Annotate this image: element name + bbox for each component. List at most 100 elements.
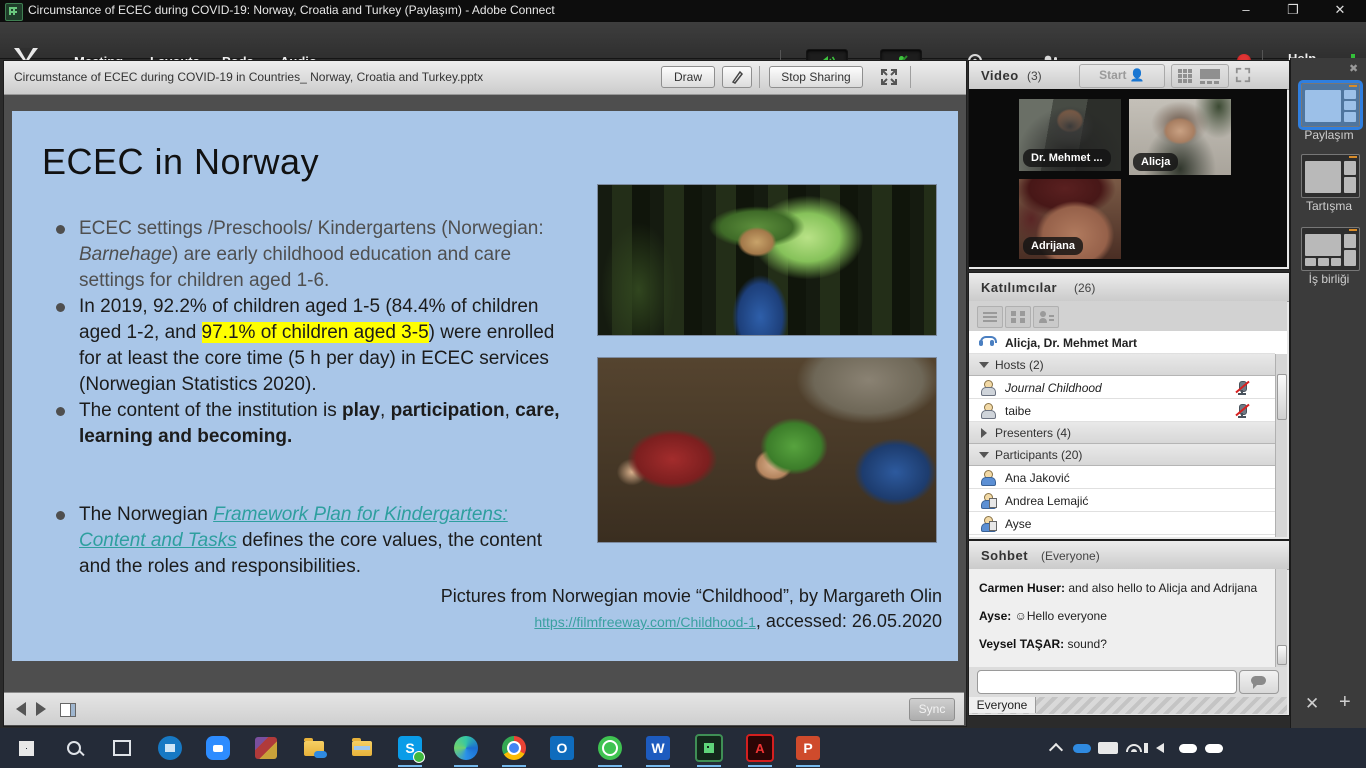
- video-pod-header: Video (3) Start 👤: [969, 61, 1289, 90]
- participant-mobile-icon: [981, 493, 995, 507]
- participants-pod-title: Katılımcılar: [981, 280, 1057, 295]
- breakout-view-icon[interactable]: [1005, 306, 1031, 328]
- sync-button[interactable]: Sync: [909, 698, 955, 721]
- video-view-toggle[interactable]: [1171, 64, 1229, 88]
- expand-icon: [981, 428, 987, 438]
- pointer-tool-button[interactable]: [722, 66, 752, 88]
- chat-input-row: [969, 667, 1287, 697]
- taskbar-adobe-connect-icon[interactable]: [695, 734, 723, 762]
- mic-muted-icon: [1235, 380, 1249, 395]
- section-hosts[interactable]: Hosts (2): [969, 354, 1275, 376]
- participant-row[interactable]: Andrea Lemajić: [969, 489, 1275, 512]
- sidebar-toggle-icon[interactable]: [60, 703, 76, 717]
- window-title: Circumstance of ECEC during COVID-19: No…: [28, 3, 555, 17]
- chat-input[interactable]: [977, 670, 1237, 694]
- tray-cloud-sync-icon[interactable]: [1174, 734, 1202, 762]
- tab-everyone[interactable]: Everyone: [969, 697, 1036, 713]
- taskbar-movie-app-icon[interactable]: [156, 734, 184, 762]
- layouts-pin-icon[interactable]: ✖: [1349, 62, 1358, 75]
- participant-row[interactable]: Ayse: [969, 512, 1275, 535]
- chat-scope: (Everyone): [1041, 549, 1100, 563]
- mic-muted-icon: [1235, 403, 1249, 418]
- participants-pod-header: Katılımcılar (26): [969, 273, 1289, 302]
- taskbar-skype-icon[interactable]: S: [396, 734, 424, 762]
- pen-icon: [723, 67, 751, 87]
- adobe-connect-app-icon: [5, 3, 23, 21]
- workspace-add-icon[interactable]: +: [1339, 691, 1351, 714]
- start-webcam-button[interactable]: Start 👤: [1079, 64, 1165, 88]
- chat-messages: Carmen Huser: and also hello to Alicja a…: [969, 569, 1287, 668]
- participant-row[interactable]: Ana Jaković: [969, 466, 1275, 489]
- video-thumb-1[interactable]: Dr. Mehmet ...: [1019, 99, 1121, 171]
- taskbar-edge-icon[interactable]: [452, 734, 480, 762]
- tray-onedrive-icon[interactable]: [1068, 734, 1096, 762]
- taskbar-chrome-icon[interactable]: [500, 734, 528, 762]
- draw-button[interactable]: Draw: [661, 66, 715, 88]
- restore-button[interactable]: ❐: [1271, 0, 1315, 22]
- video-name-3: Adrijana: [1023, 237, 1083, 255]
- layout-thumb-sharing[interactable]: [1301, 83, 1360, 127]
- attendee-status-icon[interactable]: [1033, 306, 1059, 328]
- previous-slide-icon[interactable]: [16, 702, 26, 716]
- participants-toolbar: [969, 301, 1287, 332]
- taskbar-winrar-icon[interactable]: [252, 734, 280, 762]
- participant-row[interactable]: Journal Childhood: [969, 376, 1275, 399]
- video-pod-body: Dr. Mehmet ... Alicja Adrijana: [969, 89, 1287, 267]
- share-pod-header: Circumstance of ECEC during COVID-19 in …: [4, 61, 966, 95]
- chat-message: Carmen Huser: and also hello to Alicja a…: [979, 581, 1259, 595]
- layout-label-sharing[interactable]: Paylaşım: [1291, 128, 1366, 142]
- phone-attendees-row[interactable]: Alicja, Dr. Mehmet Mart: [969, 331, 1275, 354]
- taskbar-powerpoint-icon[interactable]: P: [794, 734, 822, 762]
- collapse-icon: [979, 362, 989, 368]
- section-presenters[interactable]: Presenters (4): [969, 422, 1275, 444]
- tray-cloud-sync-icon-2[interactable]: [1200, 734, 1228, 762]
- taskbar-zoom-icon[interactable]: [204, 734, 232, 762]
- video-fullscreen-icon[interactable]: [1235, 67, 1251, 86]
- highlighted-text: 97.1% of children aged 3-5: [202, 322, 429, 343]
- participant-row[interactable]: taibe: [969, 399, 1275, 422]
- filmfreeway-link[interactable]: https://filmfreeway.com/Childhood-1: [534, 614, 756, 630]
- chat-message: Ayse: ☺Hello everyone: [979, 609, 1259, 623]
- share-pod-title: Circumstance of ECEC during COVID-19 in …: [14, 70, 483, 84]
- layout-thumb-discussion[interactable]: [1301, 154, 1360, 198]
- participants-scrollbar[interactable]: [1275, 354, 1287, 537]
- layout-label-collaboration[interactable]: İş birliği: [1291, 272, 1366, 286]
- video-name-2: Alicja: [1133, 153, 1178, 171]
- slide-title: ECEC in Norway: [42, 141, 319, 183]
- chat-scrollbar[interactable]: [1275, 569, 1287, 667]
- taskbar-outlook-icon[interactable]: O: [548, 734, 576, 762]
- taskbar-search-icon[interactable]: [60, 734, 88, 762]
- taskbar-file-explorer-icon[interactable]: [348, 734, 376, 762]
- fullscreen-icon[interactable]: [880, 68, 898, 91]
- list-view-icon[interactable]: [977, 306, 1003, 328]
- send-message-button[interactable]: [1239, 670, 1279, 694]
- share-pod: Circumstance of ECEC during COVID-19 in …: [3, 60, 967, 727]
- slide-photo-forest-child: [597, 184, 937, 336]
- stop-sharing-button[interactable]: Stop Sharing: [769, 66, 863, 88]
- layouts-sidebar: ✖ Paylaşım Tartışma İş birliği ✕ +: [1290, 58, 1366, 728]
- next-slide-icon[interactable]: [36, 702, 46, 716]
- taskbar-onedrive-folder-icon[interactable]: [300, 734, 328, 762]
- section-participants[interactable]: Participants (20): [969, 444, 1275, 466]
- video-name-1: Dr. Mehmet ...: [1023, 149, 1111, 167]
- host-icon: [981, 403, 995, 417]
- start-button[interactable]: [12, 734, 40, 762]
- layout-label-discussion[interactable]: Tartışma: [1291, 199, 1366, 213]
- taskbar-whatsapp-icon[interactable]: [596, 734, 624, 762]
- participants-pod: Katılımcılar (26) Alicja, Dr. Mehmet Mar…: [968, 272, 1290, 540]
- minimize-button[interactable]: –: [1224, 0, 1268, 22]
- tray-battery-icon[interactable]: [1094, 734, 1122, 762]
- slide-caption: Pictures from Norwegian movie “Childhood…: [422, 584, 942, 635]
- layout-thumb-collaboration[interactable]: [1301, 227, 1360, 271]
- taskbar-acrobat-icon[interactable]: A: [746, 734, 774, 762]
- chat-message: Veysel TAŞAR: sound?: [979, 637, 1259, 651]
- chat-pod-title: Sohbet: [981, 548, 1028, 563]
- tray-volume-icon[interactable]: [1146, 734, 1174, 762]
- video-thumb-3[interactable]: Adrijana: [1019, 179, 1121, 259]
- taskbar-word-icon[interactable]: W: [644, 734, 672, 762]
- close-button[interactable]: ✕: [1318, 0, 1362, 22]
- workspace-close-icon[interactable]: ✕: [1305, 694, 1319, 714]
- task-view-icon[interactable]: [108, 734, 136, 762]
- tray-chevron-icon[interactable]: [1042, 734, 1070, 762]
- video-thumb-2[interactable]: Alicja: [1129, 99, 1231, 175]
